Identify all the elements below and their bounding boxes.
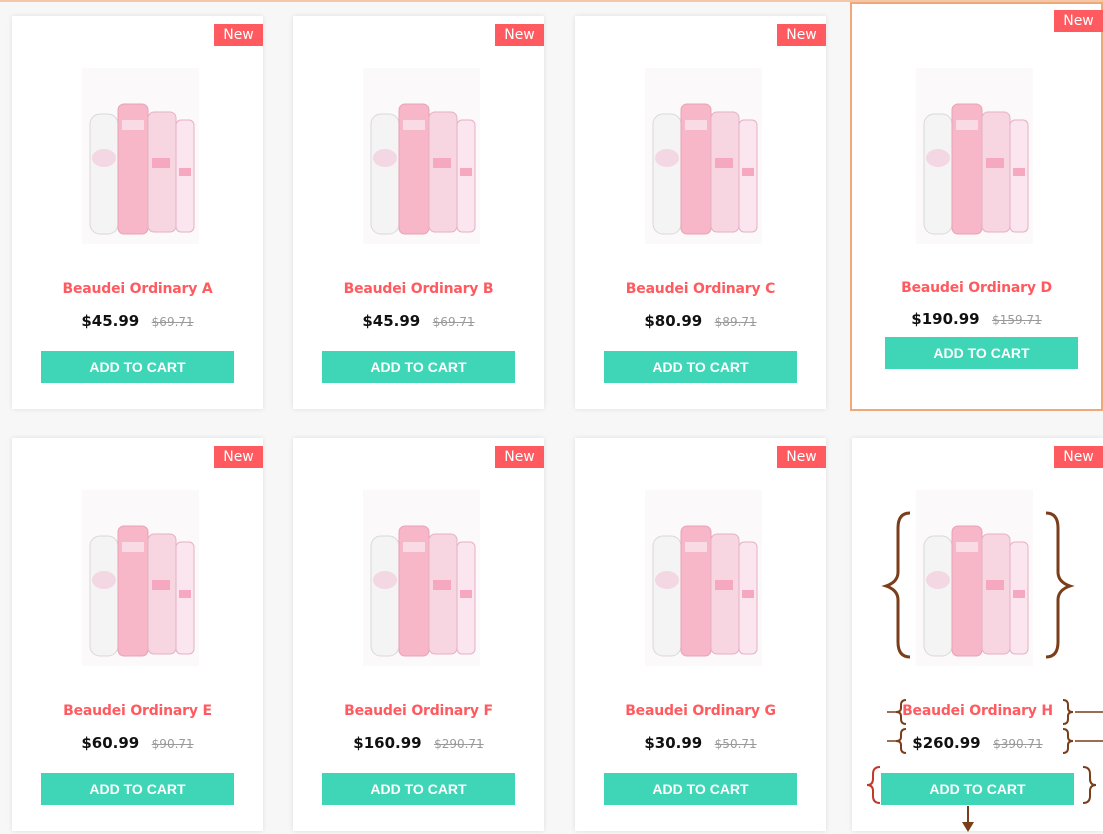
old-price: $89.71 [714, 315, 757, 329]
price-row: $190.99 $159.71 [852, 310, 1101, 329]
skincare-products-image [363, 490, 480, 666]
current-price: $45.99 [81, 312, 140, 330]
skincare-products-image [82, 68, 199, 244]
old-price: $390.71 [993, 737, 1043, 751]
product-card-f[interactable]: New Beaudei Ordinary F $160.99 $290.71 A… [293, 438, 544, 831]
add-to-cart-button[interactable]: ADD TO CART [881, 773, 1074, 805]
old-price: $90.71 [151, 737, 194, 751]
product-image[interactable] [363, 490, 480, 666]
skincare-products-image [645, 490, 762, 666]
old-price: $290.71 [434, 737, 484, 751]
new-badge: New [777, 446, 826, 468]
skincare-products-image [363, 68, 480, 244]
product-image[interactable] [363, 68, 480, 244]
product-title[interactable]: Beaudei Ordinary G [575, 703, 826, 719]
current-price: $260.99 [912, 734, 981, 752]
product-title[interactable]: Beaudei Ordinary B [293, 281, 544, 297]
product-title[interactable]: Beaudei Ordinary E [12, 703, 263, 719]
price-row: $260.99 $390.71 [852, 734, 1103, 753]
new-badge: New [495, 24, 544, 46]
add-to-cart-button[interactable]: ADD TO CART [41, 351, 234, 383]
price-row: $30.99 $50.71 [575, 734, 826, 753]
product-card-b[interactable]: New Beaudei Ordinary B $45.99 $69.71 ADD… [293, 16, 544, 409]
product-image[interactable] [82, 490, 199, 666]
product-card-d[interactable]: New Beaudei Ordinary D $190.99 $159.71 A… [850, 2, 1103, 411]
product-image[interactable] [916, 490, 1033, 666]
new-badge: New [495, 446, 544, 468]
product-title[interactable]: Beaudei Ordinary C [575, 281, 826, 297]
price-row: $60.99 $90.71 [12, 734, 263, 753]
product-title[interactable]: Beaudei Ordinary F [293, 703, 544, 719]
product-image[interactable] [645, 490, 762, 666]
current-price: $45.99 [362, 312, 421, 330]
new-badge: New [1054, 446, 1103, 468]
price-row: $45.99 $69.71 [293, 312, 544, 331]
skincare-products-image [916, 490, 1033, 666]
product-card-e[interactable]: New Beaudei Ordinary E $60.99 $90.71 ADD… [12, 438, 263, 831]
product-card-a[interactable]: New Beaudei Ordinary A $45.99 $69.71 ADD… [12, 16, 263, 409]
current-price: $30.99 [644, 734, 703, 752]
product-card-c[interactable]: New Beaudei Ordinary C $80.99 $89.71 ADD… [575, 16, 826, 409]
add-to-cart-button[interactable]: ADD TO CART [41, 773, 234, 805]
add-to-cart-button[interactable]: ADD TO CART [322, 351, 515, 383]
new-badge: New [214, 24, 263, 46]
price-row: $80.99 $89.71 [575, 312, 826, 331]
old-price: $159.71 [992, 313, 1042, 327]
product-image[interactable] [645, 68, 762, 244]
new-badge: New [777, 24, 826, 46]
price-row: $160.99 $290.71 [293, 734, 544, 753]
skincare-products-image [916, 68, 1033, 244]
old-price: $69.71 [151, 315, 194, 329]
price-row: $45.99 $69.71 [12, 312, 263, 331]
new-badge: New [214, 446, 263, 468]
product-card-h[interactable]: New Beaudei Ordinary H $260.99 $390.71 A… [852, 438, 1103, 831]
current-price: $190.99 [911, 310, 980, 328]
product-card-g[interactable]: New Beaudei Ordinary G $30.99 $50.71 ADD… [575, 438, 826, 831]
current-price: $160.99 [353, 734, 422, 752]
add-to-cart-button[interactable]: ADD TO CART [322, 773, 515, 805]
current-price: $60.99 [81, 734, 140, 752]
add-to-cart-button[interactable]: ADD TO CART [885, 337, 1078, 369]
product-title[interactable]: Beaudei Ordinary H [852, 703, 1103, 719]
product-image[interactable] [82, 68, 199, 244]
product-title[interactable]: Beaudei Ordinary D [852, 280, 1101, 296]
add-to-cart-button[interactable]: ADD TO CART [604, 351, 797, 383]
old-price: $69.71 [432, 315, 475, 329]
current-price: $80.99 [644, 312, 703, 330]
add-to-cart-button[interactable]: ADD TO CART [604, 773, 797, 805]
skincare-products-image [645, 68, 762, 244]
new-badge: New [1054, 10, 1103, 32]
product-image[interactable] [916, 68, 1033, 244]
product-title[interactable]: Beaudei Ordinary A [12, 281, 263, 297]
old-price: $50.71 [714, 737, 757, 751]
skincare-products-image [82, 490, 199, 666]
